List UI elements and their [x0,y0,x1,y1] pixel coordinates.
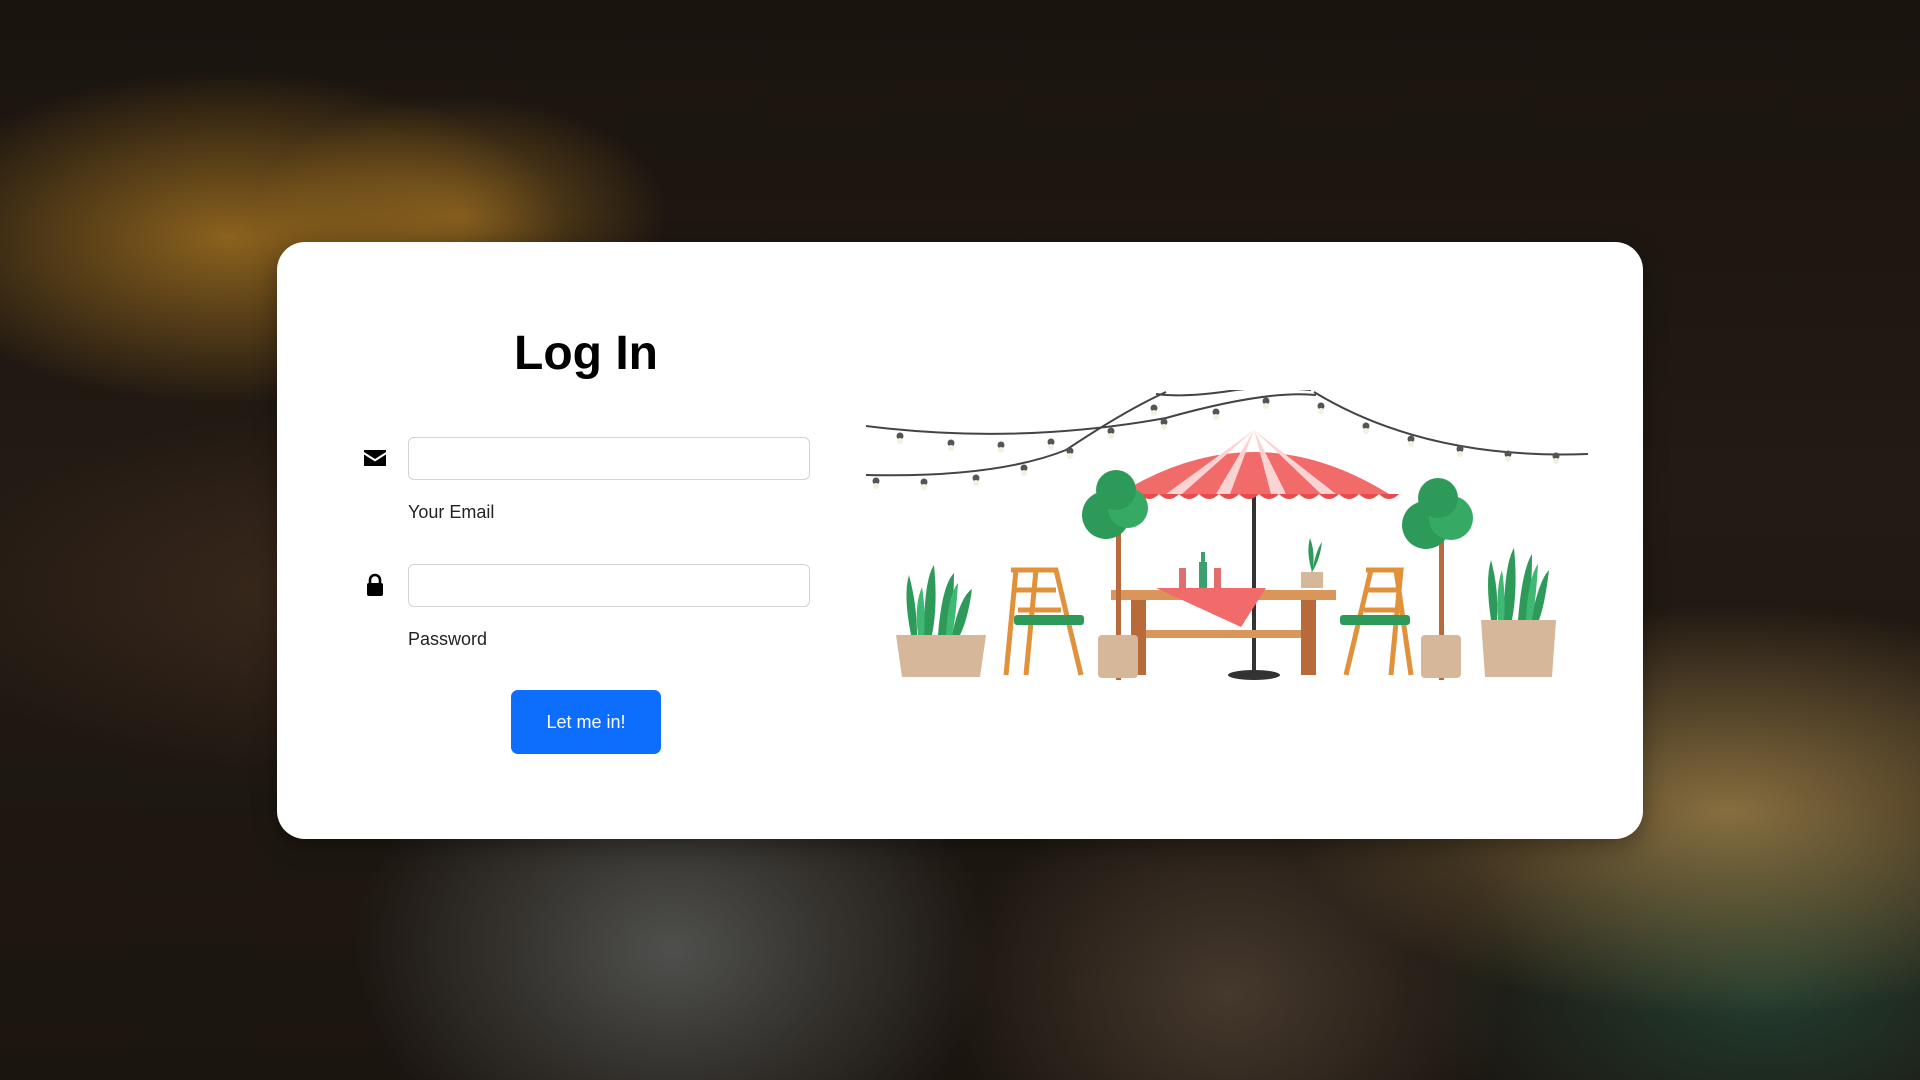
email-field[interactable] [408,437,810,480]
email-label: Your Email [408,502,495,522]
page-title: Log In [514,327,658,380]
login-button[interactable]: Let me in! [511,690,661,754]
outdoor-cafe-illustration [866,390,1588,680]
password-label: Password [408,629,488,649]
lock-icon [367,573,383,596]
envelope-icon [364,450,386,466]
password-field[interactable] [408,564,810,607]
login-card: Log In Your Email Password Let me in! [277,242,1643,839]
